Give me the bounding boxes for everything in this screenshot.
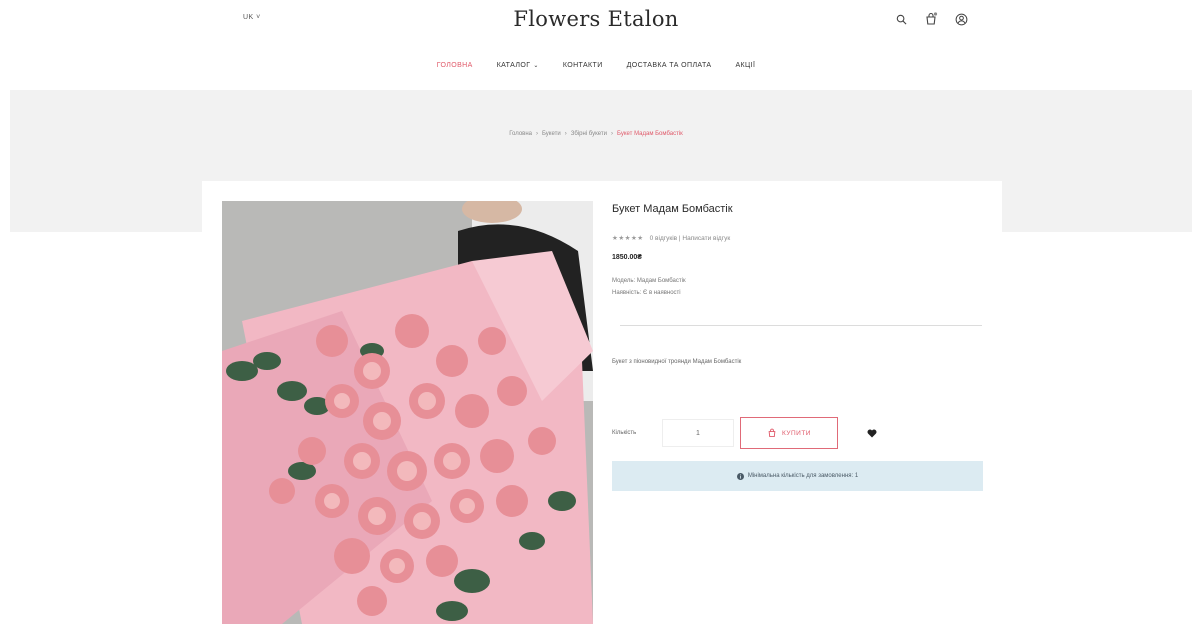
nav-contacts[interactable]: КОНТАКТИ	[563, 62, 603, 69]
rating-stars-icon: ★★★★★	[612, 235, 644, 242]
reviews-link[interactable]: 0 відгуків | Написати відгук	[650, 235, 731, 242]
alert-text: Мінімальна кількість для замовлення: 1	[747, 473, 859, 479]
divider	[620, 325, 982, 326]
product-model: Модель: Мадам Бомбастік	[612, 278, 686, 284]
product-rating: ★★★★★ 0 відгуків | Написати відгук	[612, 234, 984, 243]
product-info: Букет Мадам Бомбастік ★★★★★ 0 відгуків |…	[612, 201, 984, 491]
product-meta: Модель: Мадам Бомбастік Наявність: Є в н…	[612, 275, 984, 299]
header-icons	[893, 11, 969, 27]
nav-home[interactable]: ГОЛОВНА	[437, 62, 473, 69]
product-title: Букет Мадам Бомбастік	[612, 203, 733, 215]
account-icon[interactable]	[953, 11, 969, 27]
main-nav: ГОЛОВНА КАТАЛОГ ⌄ КОНТАКТИ ДОСТАВКА ТА ОП…	[0, 62, 1192, 69]
min-quantity-alert: Мінімальна кількість для замовлення: 1	[612, 461, 983, 491]
search-icon[interactable]	[893, 11, 909, 27]
cart-icon	[768, 428, 776, 438]
product-price: 1850.00₴	[612, 254, 642, 261]
nav-catalog[interactable]: КАТАЛОГ ⌄	[497, 62, 539, 69]
info-icon	[736, 472, 744, 480]
product-description: Букет з піоновидної троянди Мадам Бомбас…	[612, 359, 742, 365]
buy-button-label: КУПИТИ	[782, 429, 811, 437]
site-logo[interactable]: Flowers Etalon	[0, 7, 1192, 31]
nav-promotions[interactable]: АКЦІЇ	[735, 62, 755, 69]
breadcrumb-mixed-bouquets[interactable]: Збірні букети	[571, 131, 607, 137]
chevron-down-icon: ⌄	[533, 63, 539, 69]
product-image[interactable]	[222, 201, 593, 624]
breadcrumb-current: Букет Мадам Бомбастік	[617, 131, 683, 137]
heart-icon	[867, 429, 877, 437]
breadcrumb-bouquets[interactable]: Букети	[542, 131, 561, 137]
breadcrumb: Головна › Букети › Збірні букети › Букет Мадам…	[509, 131, 683, 137]
quantity-label: Кількість	[612, 430, 637, 436]
quantity-input[interactable]: 1	[662, 419, 734, 447]
nav-catalog-label: КАТАЛОГ	[496, 62, 531, 69]
product-availability: Наявність: Є в наявності	[612, 290, 681, 296]
nav-delivery[interactable]: ДОСТАВКА ТА ОПЛАТА	[627, 62, 712, 69]
purchase-row: Кількість 1 КУПИТИ	[612, 416, 984, 450]
buy-button[interactable]: КУПИТИ	[740, 417, 838, 449]
cart-icon[interactable]	[923, 11, 939, 27]
wishlist-button[interactable]	[852, 416, 892, 450]
breadcrumb-home[interactable]: Головна	[509, 131, 532, 137]
product-card: Букет Мадам Бомбастік ★★★★★ 0 відгуків |…	[202, 181, 1002, 624]
